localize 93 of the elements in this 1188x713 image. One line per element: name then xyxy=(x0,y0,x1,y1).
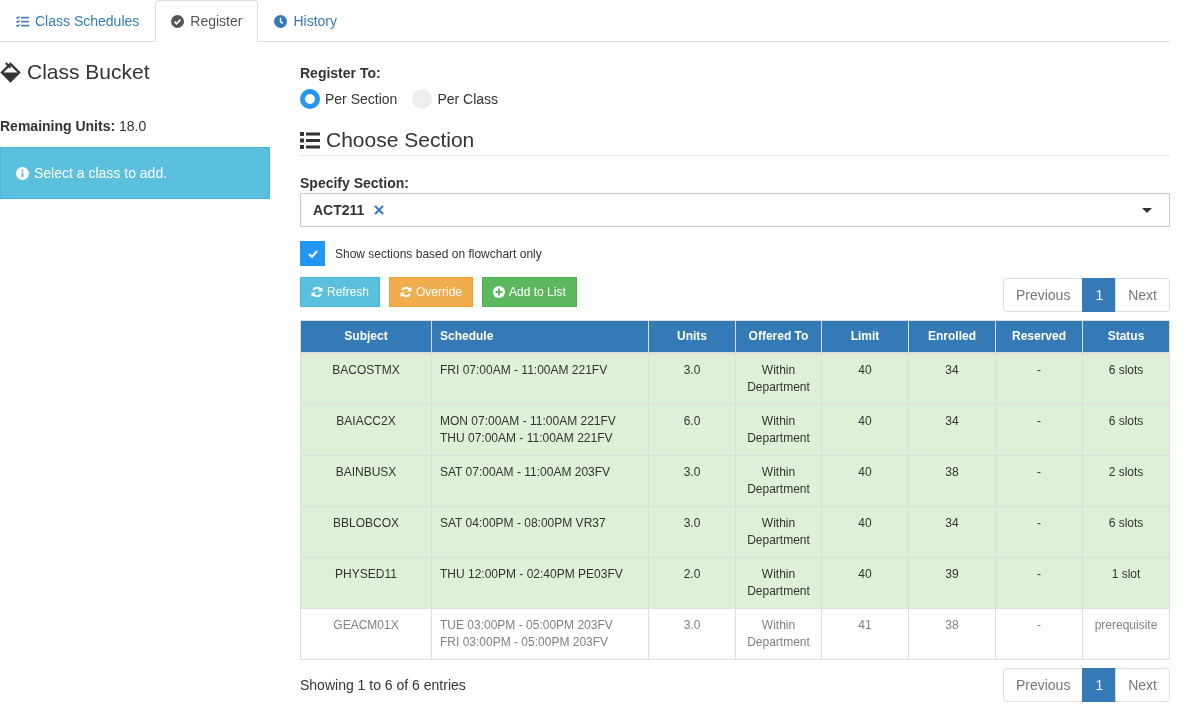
table-cell: 39 xyxy=(908,557,996,609)
table-cell: 40 xyxy=(821,455,909,507)
tab[interactable]: History xyxy=(258,0,353,42)
table-row[interactable]: BAINBUSX SAT 07:00AM - 11:00AM 203FV 3.0 Within Department 40 38 - 2 slots xyxy=(300,455,1170,507)
column-header: Schedule xyxy=(431,320,649,353)
table-cell: Within Department xyxy=(735,455,822,507)
remaining-units: Remaining Units: 18.0 xyxy=(0,117,148,136)
field-label: Specify Section: xyxy=(300,174,410,193)
table-cell: - xyxy=(995,455,1083,507)
table-cell: 3.0 xyxy=(648,506,736,558)
table-cell: TUE 03:00PM - 05:00PM 203FV FRI 03:00PM - 05:00PM 203FV xyxy=(431,608,649,660)
checkbox-label[interactable]: Show sections based on flowchart only xyxy=(335,243,542,264)
table-cell: 3.0 xyxy=(648,353,736,405)
list-icon xyxy=(300,131,320,149)
section-title: Choose Section xyxy=(326,128,475,152)
table-cell: GEACM01X xyxy=(300,608,432,660)
table-cell: 38 xyxy=(908,455,996,507)
table-cell: 6.0 xyxy=(648,404,736,456)
table-cell: 34 xyxy=(908,404,996,456)
table-cell: Within Department xyxy=(735,353,822,405)
table-cell: PHYSED11 xyxy=(300,557,432,609)
table-row[interactable]: BACOSTMX FRI 07:00AM - 11:00AM 221FV 3.0 Within Department 40 34 - 6 slots xyxy=(300,353,1170,405)
table-cell: 40 xyxy=(821,557,909,609)
table-cell: 34 xyxy=(908,506,996,558)
table-cell: BACOSTMX xyxy=(300,353,432,405)
table-cell: 2.0 xyxy=(648,557,736,609)
table-row[interactable]: BBLOBCOX SAT 04:00PM - 08:00PM VR37 3.0 Within Department 40 34 - 6 slots xyxy=(300,506,1170,558)
table-cell: 3.0 xyxy=(648,608,736,660)
table-cell: - xyxy=(995,608,1083,660)
checklist-icon xyxy=(16,15,29,27)
radio-label[interactable]: Per Class xyxy=(437,89,499,109)
table-cell: 6 slots xyxy=(1082,506,1170,558)
checkmark-icon xyxy=(307,249,318,258)
table-cell: BBLOBCOX xyxy=(300,506,432,558)
table-cell: 40 xyxy=(821,353,909,405)
column-header: Offered To xyxy=(735,320,822,353)
alert-text: Select a class to add. xyxy=(34,164,168,183)
table-cell: THU 12:00PM - 02:40PM PE03FV xyxy=(431,557,649,609)
table-cell: prerequisite xyxy=(1082,608,1170,660)
table-cell: SAT 07:00AM - 11:00AM 203FV xyxy=(431,455,649,507)
table-cell: 38 xyxy=(908,608,996,660)
tab[interactable]: Class Schedules xyxy=(0,0,156,42)
column-header: Units xyxy=(648,320,736,353)
table-cell: 34 xyxy=(908,353,996,405)
table-cell: 40 xyxy=(821,404,909,456)
refresh-icon xyxy=(311,286,323,298)
plus-circle-icon xyxy=(493,286,506,298)
refresh-icon xyxy=(400,286,413,298)
table-cell: 6 slots xyxy=(1082,404,1170,456)
table-cell: BAIACC2X xyxy=(300,404,432,456)
paint-bucket-icon xyxy=(0,61,21,83)
caret-icon[interactable] xyxy=(1142,207,1152,213)
column-header: Subject xyxy=(300,320,432,353)
info-icon xyxy=(16,166,29,180)
table-row[interactable]: BAIACC2X MON 07:00AM - 11:00AM 221FV THU 07:00AM - 11:00AM 221FV 6.0 Within Department 40 34 - 6 slots xyxy=(300,404,1170,456)
table-cell: BAINBUSX xyxy=(300,455,432,507)
column-header: Enrolled xyxy=(908,320,996,353)
table-cell: - xyxy=(995,404,1083,456)
table-cell: 1 slot xyxy=(1082,557,1170,609)
table-cell: 3.0 xyxy=(648,455,736,507)
radio-button[interactable] xyxy=(300,89,320,109)
page-button[interactable]: 1 xyxy=(1082,278,1117,312)
table-cell: Within Department xyxy=(735,608,822,660)
tab[interactable]: Register xyxy=(155,0,259,42)
column-header: Reserved xyxy=(995,320,1083,353)
table-cell: FRI 07:00AM - 11:00AM 221FV xyxy=(431,353,649,405)
table-cell: SAT 04:00PM - 08:00PM VR37 xyxy=(431,506,649,558)
action-button[interactable]: Add to List xyxy=(482,277,577,307)
sidebar-title: Class Bucket xyxy=(27,60,150,84)
column-header: Limit xyxy=(821,320,909,353)
register-to-label: Register To: xyxy=(300,64,382,83)
table-cell: Within Department xyxy=(735,404,822,456)
section-select[interactable]: ACT211 xyxy=(300,193,1170,227)
remove-icon[interactable] xyxy=(374,205,385,215)
table-cell: - xyxy=(995,353,1083,405)
selected-value: ACT211 xyxy=(313,201,365,220)
table-cell: - xyxy=(995,506,1083,558)
clock-icon xyxy=(274,14,288,28)
radio-label[interactable]: Per Section xyxy=(325,89,398,109)
table-cell: 40 xyxy=(821,506,909,558)
column-header: Status xyxy=(1082,320,1170,353)
check-circle-icon xyxy=(171,14,185,28)
entries-info: Showing 1 to 6 of 6 entries xyxy=(300,676,466,695)
table-cell: Within Department xyxy=(735,506,822,558)
checkbox[interactable] xyxy=(300,241,325,266)
table-cell: Within Department xyxy=(735,557,822,609)
table-cell: MON 07:00AM - 11:00AM 221FV THU 07:00AM - 11:00AM 221FV xyxy=(431,404,649,456)
table-cell: 6 slots xyxy=(1082,353,1170,405)
table-row[interactable]: PHYSED11 THU 12:00PM - 02:40PM PE03FV 2.0 Within Department 40 39 - 1 slot xyxy=(300,557,1170,609)
page-button[interactable]: 1 xyxy=(1082,668,1117,702)
table-cell: - xyxy=(995,557,1083,609)
table-cell: 41 xyxy=(821,608,909,660)
table-cell: 2 slots xyxy=(1082,455,1170,507)
